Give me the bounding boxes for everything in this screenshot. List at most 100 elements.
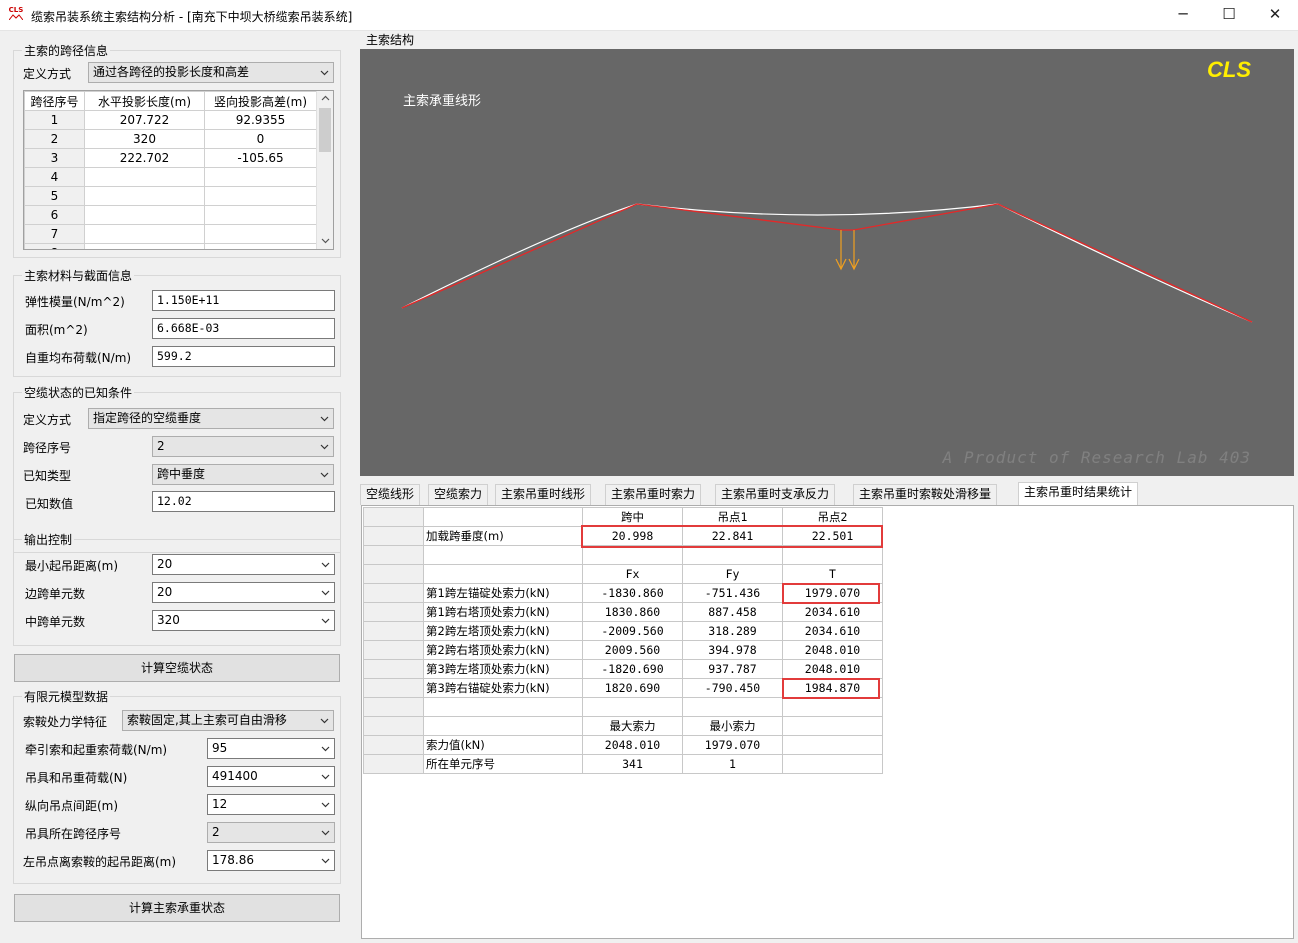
span-grid-cell[interactable] xyxy=(84,205,205,225)
scroll-down-icon[interactable] xyxy=(321,238,330,244)
span-def-select[interactable]: 通过各跨径的投影长度和高差 xyxy=(88,62,334,83)
results-cell: 2048.010 xyxy=(582,735,683,755)
span-grid-cell[interactable]: -105.65 xyxy=(204,148,317,168)
results-cell xyxy=(782,754,883,774)
span-grid-cell[interactable]: 92.9355 xyxy=(204,110,317,130)
results-row-header xyxy=(363,621,424,641)
known-type-select[interactable]: 跨中垂度 xyxy=(152,464,334,485)
span-no-select[interactable]: 2 xyxy=(152,436,334,457)
mid-span-elements-label: 中跨单元数 xyxy=(25,615,86,629)
results-pane: 跨中 吊点1 吊点2 加载跨垂度(m) 20.998 22.841 22.501 Fx Fy T 第… xyxy=(361,505,1294,939)
results-row-header xyxy=(363,545,424,565)
traction-load-combo[interactable]: 95 xyxy=(207,738,335,759)
span-grid-scrollbar[interactable] xyxy=(316,91,333,249)
scroll-thumb[interactable] xyxy=(319,108,331,152)
results-row-header xyxy=(363,754,424,774)
results-row: 第1跨右塔顶处索力(kN) 1830.860 887.458 2034.610 xyxy=(363,602,883,622)
results-row xyxy=(363,697,883,717)
results-row: 索力值(kN) 2048.010 1979.070 xyxy=(363,735,883,755)
results-row-label xyxy=(423,545,583,565)
chevron-down-icon xyxy=(321,746,330,752)
chevron-down-icon xyxy=(320,416,329,422)
empty-state-title: 空缆状态的已知条件 xyxy=(22,384,135,401)
results-cell: 2034.610 xyxy=(782,621,883,641)
cable-profile-drawing xyxy=(401,203,1253,323)
span-table: 跨径序号 水平投影长度(m) 竖向投影高差(m) 1 207.722 92.9355 2 32… xyxy=(24,91,317,249)
output-title: 输出控制 xyxy=(22,531,75,548)
tab-loaded-shape[interactable]: 主索吊重时线形 xyxy=(495,484,592,505)
results-cell xyxy=(782,697,883,717)
results-cell: 1 xyxy=(682,754,783,774)
results-cell: 1820.690 xyxy=(582,678,683,698)
chevron-down-icon xyxy=(320,444,329,450)
span-grid-cell[interactable] xyxy=(84,186,205,206)
chevron-down-icon xyxy=(321,774,330,780)
span-grid[interactable]: 跨径序号 水平投影长度(m) 竖向投影高差(m) 1 207.722 92.9355 2 32… xyxy=(23,90,334,250)
known-value-input[interactable]: 12.02 xyxy=(152,491,335,512)
span-row-index: 2 xyxy=(24,129,85,149)
hook-spacing-combo[interactable]: 12 xyxy=(207,794,335,815)
empty-def-select[interactable]: 指定跨径的空缆垂度 xyxy=(88,408,334,429)
results-row: 第2跨左塔顶处索力(kN) -2009.560 318.289 2034.610 xyxy=(363,621,883,641)
minimize-button[interactable]: ─ xyxy=(1160,0,1206,31)
tab-loaded-force[interactable]: 主索吊重时索力 xyxy=(605,484,702,505)
highlight-right-anchor-tension xyxy=(782,678,880,699)
close-button[interactable]: ✕ xyxy=(1252,0,1298,31)
calc-empty-state-button[interactable]: 计算空缆状态 xyxy=(14,654,340,682)
left-panel: 主索的跨径信息 定义方式 通过各跨径的投影长度和高差 跨径序号 水平投影长度(m)… xyxy=(0,31,354,943)
tab-loaded-statistics[interactable]: 主索吊重时结果统计 xyxy=(1018,482,1139,505)
span-grid-cell[interactable] xyxy=(84,243,205,249)
tab-loaded-slip[interactable]: 主索吊重时索鞍处滑移量 xyxy=(853,484,998,505)
span-grid-cell[interactable] xyxy=(84,167,205,187)
span-grid-cell[interactable] xyxy=(204,186,317,206)
results-row-label: 第2跨右塔顶处索力(kN) xyxy=(423,640,583,660)
results-row-label: 加载跨垂度(m) xyxy=(423,526,583,546)
mid-span-elements-combo[interactable]: 320 xyxy=(152,610,335,631)
tab-empty-force[interactable]: 空缆索力 xyxy=(428,484,489,505)
span-grid-cell[interactable] xyxy=(204,224,317,244)
fem-title: 有限元模型数据 xyxy=(22,688,111,705)
calc-loaded-state-button[interactable]: 计算主索承重状态 xyxy=(14,894,340,922)
self-weight-input[interactable]: 599.2 xyxy=(152,346,335,367)
span-grid-cell[interactable]: 320 xyxy=(84,129,205,149)
span-grid-header: 跨径序号 xyxy=(24,91,85,111)
span-grid-cell[interactable]: 0 xyxy=(204,129,317,149)
structure-canvas: 主索承重线形 CLS A Product of Research Lab 403 xyxy=(360,49,1294,476)
chevron-down-icon xyxy=(321,590,330,596)
span-grid-cell[interactable]: 207.722 xyxy=(84,110,205,130)
results-row-label: 第2跨左塔顶处索力(kN) xyxy=(423,621,583,641)
results-row: 最大索力 最小索力 xyxy=(363,716,883,736)
span-grid-cell[interactable] xyxy=(204,243,317,249)
min-lift-distance-combo[interactable]: 20 xyxy=(152,554,335,575)
area-input[interactable]: 6.668E-03 xyxy=(152,318,335,339)
modulus-input[interactable]: 1.150E+11 xyxy=(152,290,335,311)
span-grid-cell[interactable] xyxy=(204,205,317,225)
results-cell: -751.436 xyxy=(682,583,783,603)
tab-loaded-reaction[interactable]: 主索吊重时支承反力 xyxy=(715,484,836,505)
span-grid-cell[interactable]: 222.702 xyxy=(84,148,205,168)
results-cell xyxy=(582,545,683,565)
hook-span-select[interactable]: 2 xyxy=(207,822,335,843)
saddle-select[interactable]: 索鞍固定,其上主索可自由滑移 xyxy=(122,710,334,731)
highlight-left-anchor-tension xyxy=(782,583,880,604)
side-span-elements-combo[interactable]: 20 xyxy=(152,582,335,603)
results-cell: 937.787 xyxy=(682,659,783,679)
results-row-header xyxy=(363,716,424,736)
tab-empty-shape[interactable]: 空缆线形 xyxy=(360,484,421,505)
results-row: 第3跨左塔顶处索力(kN) -1820.690 937.787 2048.010 xyxy=(363,659,883,679)
span-row-index: 6 xyxy=(24,205,85,225)
span-grid-cell[interactable] xyxy=(204,167,317,187)
results-row-label: 第1跨左锚碇处索力(kN) xyxy=(423,583,583,603)
maximize-button[interactable]: ☐ xyxy=(1206,0,1252,31)
results-cell: -1820.690 xyxy=(582,659,683,679)
lift-distance-combo[interactable]: 178.86 xyxy=(207,850,335,871)
span-grid-cell[interactable] xyxy=(84,224,205,244)
scroll-up-icon[interactable] xyxy=(321,95,330,101)
span-row-index: 4 xyxy=(24,167,85,187)
hook-load-combo[interactable]: 491400 xyxy=(207,766,335,787)
results-cell xyxy=(782,716,883,736)
structure-section-label: 主索结构 xyxy=(366,33,415,47)
hook-span-label: 吊具所在跨径序号 xyxy=(25,827,122,841)
results-row: Fx Fy T xyxy=(363,564,883,584)
app-icon: CLS xyxy=(8,6,24,24)
